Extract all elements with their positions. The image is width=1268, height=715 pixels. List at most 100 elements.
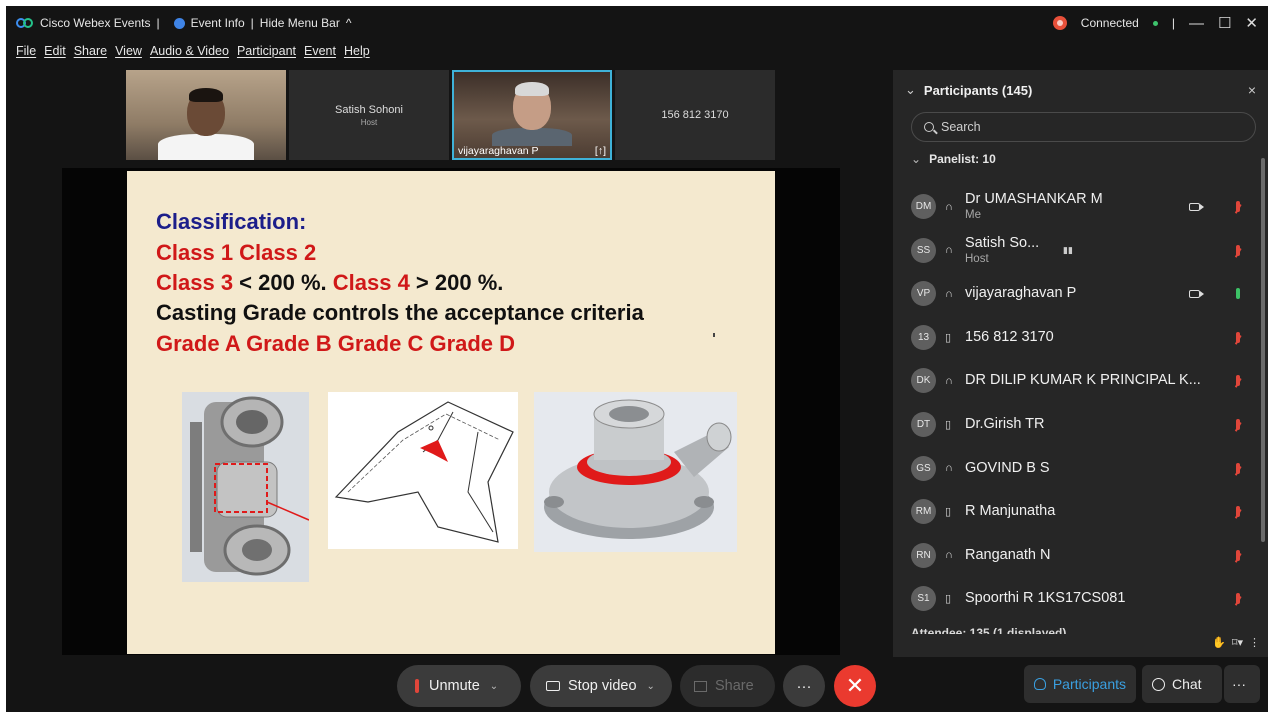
event-info-link[interactable]: Event Info: [191, 16, 245, 30]
chevron-down-icon[interactable]: ⌄: [905, 82, 916, 98]
mouse-cursor: [713, 333, 715, 337]
video-tile-host[interactable]: Satish Sohoni Host: [289, 70, 449, 160]
participant-row[interactable]: DM ∩ Dr UMASHANKAR M Me: [893, 185, 1249, 228]
participant-row[interactable]: RN ∩ Ranganath N: [893, 534, 1249, 577]
chat-toggle-button[interactable]: Chat: [1142, 665, 1222, 703]
leave-event-button[interactable]: ✕: [834, 665, 876, 707]
mic-muted-icon[interactable]: [1236, 331, 1240, 343]
menu-share[interactable]: Share: [74, 44, 107, 66]
share-badge-icon: [↑]: [594, 145, 606, 157]
share-icon: [694, 680, 707, 692]
mic-muted-icon[interactable]: [1236, 593, 1240, 605]
participants-panel: ⌄ Participants (145) × Search ⌄ Panelist…: [893, 70, 1268, 657]
close-panel-button[interactable]: ×: [1248, 82, 1256, 98]
menu-view[interactable]: View: [115, 44, 142, 66]
mic-muted-icon[interactable]: [1236, 506, 1240, 518]
minimize-button[interactable]: —: [1189, 15, 1204, 32]
menu-audio-video[interactable]: Audio & Video: [150, 44, 229, 66]
tile-name: Satish Sohoni: [335, 103, 403, 116]
avatar: RM: [911, 499, 936, 525]
mic-muted-icon[interactable]: [1236, 375, 1240, 387]
participant-row[interactable]: 13 ▯ 156 812 3170: [893, 316, 1249, 359]
menu-event[interactable]: Event: [304, 44, 336, 66]
hide-menu-bar-button[interactable]: Hide Menu Bar: [260, 16, 340, 30]
participant-name: Ranganath N: [965, 546, 1051, 563]
participants-toggle-button[interactable]: Participants: [1024, 665, 1136, 703]
menu-edit[interactable]: Edit: [44, 44, 66, 66]
video-tile-self[interactable]: [126, 70, 286, 160]
more-options-button[interactable]: ···: [783, 665, 825, 707]
participant-video: [492, 82, 572, 146]
chevron-down-icon[interactable]: ⌄: [647, 681, 655, 692]
participant-row[interactable]: VP ∩ vijayaraghavan P: [893, 272, 1249, 315]
share-label: Share: [715, 678, 754, 694]
mic-muted-icon[interactable]: [1236, 549, 1240, 561]
chevron-up-icon[interactable]: ^: [346, 16, 352, 30]
participant-row[interactable]: RM ▯ R Manjunatha: [893, 490, 1249, 533]
menu-help[interactable]: Help: [344, 44, 370, 66]
raise-hand-icon[interactable]: ✋: [1212, 636, 1226, 649]
more-icon: ···: [1232, 676, 1246, 692]
participant-role: Host: [965, 252, 989, 265]
more-icon[interactable]: ⋮: [1249, 636, 1260, 649]
participant-name: Dr.Girish TR: [965, 416, 1045, 432]
headset-icon: ∩: [945, 549, 953, 562]
person-icon: [1034, 678, 1046, 690]
app-title: Cisco Webex Events: [40, 16, 151, 30]
participant-row[interactable]: SS ∩ Satish So... Host ▮▮: [893, 229, 1249, 272]
connection-status[interactable]: Connected: [1081, 16, 1139, 30]
attendee-group-header[interactable]: Attendee: 135 (1 displayed): [911, 626, 1066, 634]
participant-row[interactable]: S1 ▯ Spoorthi R 1KS17CS081: [893, 577, 1249, 620]
panel-scrollbar[interactable]: [1261, 158, 1265, 542]
shared-content-area: Classification: Class 1 Class 2 Class 3 …: [62, 168, 840, 655]
search-input[interactable]: Search: [941, 120, 981, 134]
side-more-button[interactable]: ···: [1224, 665, 1260, 703]
participant-name: Satish So...: [965, 234, 1040, 251]
casting-render-3: [534, 392, 737, 552]
video-camera-icon[interactable]: [1189, 289, 1204, 298]
video-tile-active-speaker[interactable]: vijayaraghavan P [↑]: [452, 70, 612, 160]
casting-image-1: [182, 392, 310, 582]
menu-participant[interactable]: Participant: [237, 44, 296, 66]
unmute-button[interactable]: Unmute ⌄: [397, 665, 521, 707]
participant-row[interactable]: DK ∩ DR DILIP KUMAR K PRINCIPAL K...: [893, 359, 1249, 402]
slide-line: Grade A Grade B Grade C Grade D: [156, 331, 516, 356]
tile-role: Host: [360, 117, 378, 127]
slide-line: Class 1 Class 2: [156, 240, 317, 265]
panelist-count: Panelist: 10: [929, 152, 996, 166]
participant-row[interactable]: GS ∩ GOVIND B S: [893, 447, 1249, 490]
mic-muted-icon: [415, 679, 419, 693]
avatar: DK: [911, 368, 936, 394]
menu-file[interactable]: File: [16, 44, 36, 66]
panel-mini-toolbar: ✋ ⌑▾ ⋮: [1212, 636, 1260, 649]
panelist-group-header[interactable]: ⌄ Panelist: 10: [893, 146, 1268, 172]
share-button[interactable]: Share: [680, 665, 775, 707]
mic-muted-icon[interactable]: [1236, 462, 1240, 474]
mic-muted-icon[interactable]: [1236, 201, 1240, 212]
avatar: DM: [911, 194, 936, 219]
title-separator: |: [250, 16, 254, 30]
participant-row[interactable]: DT ▯ Dr.Girish TR: [893, 403, 1249, 446]
slide-line: Class 3 < 200 %. Class 4 > 200 %.: [156, 270, 504, 295]
participant-search[interactable]: Search: [911, 112, 1256, 142]
headset-icon: ∩: [945, 287, 953, 300]
reaction-icon[interactable]: ⌑▾: [1232, 636, 1243, 649]
mic-on-icon[interactable]: [1236, 288, 1240, 300]
avatar: GS: [911, 455, 936, 481]
casting-drawing-2: [328, 392, 518, 549]
headset-icon: ∩: [945, 462, 953, 475]
mic-muted-icon[interactable]: [1236, 419, 1240, 430]
mic-muted-icon[interactable]: [1236, 244, 1240, 256]
chevron-down-icon[interactable]: ⌄: [490, 681, 498, 692]
close-window-button[interactable]: ✕: [1245, 14, 1258, 32]
tile-name: vijayaraghavan P: [458, 145, 539, 157]
video-camera-icon[interactable]: [1189, 202, 1204, 211]
chat-label: Chat: [1172, 676, 1202, 692]
chat-bubble-icon: [1152, 677, 1165, 691]
stop-video-button[interactable]: Stop video ⌄: [530, 665, 672, 707]
connection-status-icon: [1052, 16, 1067, 30]
avatar: VP: [911, 281, 936, 307]
video-tile-phone[interactable]: 156 812 3170: [615, 70, 775, 160]
title-separator: |: [1171, 16, 1175, 30]
maximize-button[interactable]: ☐: [1218, 14, 1231, 32]
